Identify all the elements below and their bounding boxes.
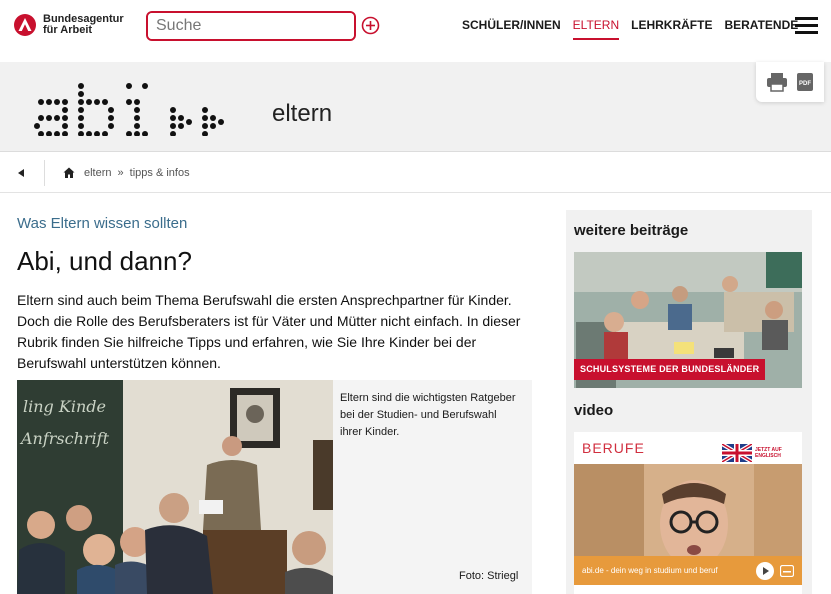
uk-flag-icon <box>722 444 752 462</box>
abi-letter-b <box>78 83 114 136</box>
article-headline: Abi, und dann? <box>17 246 192 276</box>
page-tools: PDF <box>756 62 824 102</box>
nav-item-eltern[interactable]: ELTERN <box>572 18 620 40</box>
more-articles-title: weitere beiträge <box>574 222 689 239</box>
breadcrumb-divider <box>44 159 45 186</box>
sidebar: weitere beiträge SCHULSYSTEME DER BUNDES… <box>566 210 812 594</box>
badge-line-2: ENGLISCH <box>755 453 781 459</box>
video-caption: abi.de - dein weg in studium und beruf <box>582 566 718 575</box>
card-category-tag: SCHULSYSTEME DER BUNDESLÄNDER <box>574 359 766 380</box>
add-circle-icon[interactable] <box>361 16 380 35</box>
ba-logo-icon <box>14 14 36 36</box>
logo-line-2: für Arbeit <box>43 24 93 36</box>
svg-text:ling Kinde: ling Kinde <box>23 397 106 416</box>
ba-logo[interactable]: Bundesagentur für Arbeit <box>14 14 124 36</box>
video-title: video <box>574 402 614 419</box>
abi-banner: eltern <box>0 62 831 152</box>
abi-letter-i <box>126 83 148 136</box>
video-card[interactable]: BERUFE JETZT AUF ENGLISCH abi.de - dein … <box>574 432 802 594</box>
svg-text:Anfrschrift: Anfrschrift <box>19 429 110 448</box>
ba-logo-text: Bundesagentur für Arbeit <box>43 14 124 36</box>
breadcrumb: eltern » tipps & infos <box>0 153 831 193</box>
search-box <box>146 11 356 41</box>
article-figure: ling Kinde Anfrschrift Eltern sind die w… <box>17 380 532 594</box>
pdf-label: PDF <box>799 81 811 87</box>
home-icon[interactable] <box>63 167 75 179</box>
breadcrumb-item-current: tipps & infos <box>129 166 190 179</box>
abi-letter-a <box>34 99 68 136</box>
article-kicker: Was Eltern wissen sollten <box>17 215 188 232</box>
image-credit: Foto: Striegl <box>459 570 519 582</box>
english-badge-text: JETZT AUF ENGLISCH <box>755 447 782 459</box>
play-icon[interactable] <box>756 562 774 580</box>
breadcrumb-item-eltern[interactable]: eltern <box>84 167 112 179</box>
section-title: eltern <box>272 100 333 127</box>
parents-classroom-photo: ling Kinde Anfrschrift <box>17 380 333 594</box>
image-caption: Eltern sind die wichtigsten Ratgeber bei… <box>340 392 516 438</box>
related-article-card[interactable]: SCHULSYSTEME DER BUNDESLÄNDER <box>574 252 802 388</box>
nav-item-schueler[interactable]: SCHÜLER/INNEN <box>462 18 561 38</box>
top-header: Bundesagentur für Arbeit SCHÜLER/INNEN E… <box>0 0 831 62</box>
menu-icon[interactable] <box>795 17 818 34</box>
english-badge: JETZT AUF ENGLISCH <box>722 444 782 462</box>
article-intro: Eltern sind auch beim Thema Berufswahl d… <box>17 292 521 371</box>
subtitles-icon[interactable] <box>780 565 794 577</box>
print-icon[interactable] <box>766 72 788 92</box>
abi-logo-marks <box>170 107 224 136</box>
video-bar: abi.de - dein weg in studium und beruf <box>574 556 802 585</box>
search-input[interactable] <box>148 13 354 39</box>
main-nav: SCHÜLER/INNEN ELTERN LEHRKRÄFTE BERATEND… <box>462 18 810 40</box>
berufe-tv-logo: BERUFE <box>582 440 645 456</box>
breadcrumb-separator: » <box>117 166 124 179</box>
pdf-icon[interactable]: PDF <box>795 72 815 92</box>
nav-item-beratende[interactable]: BERATENDE <box>724 18 798 38</box>
nav-item-lehrkraefte[interactable]: LEHRKRÄFTE <box>631 18 712 38</box>
back-arrow-icon[interactable] <box>16 168 26 178</box>
abi-logo[interactable] <box>33 80 243 136</box>
